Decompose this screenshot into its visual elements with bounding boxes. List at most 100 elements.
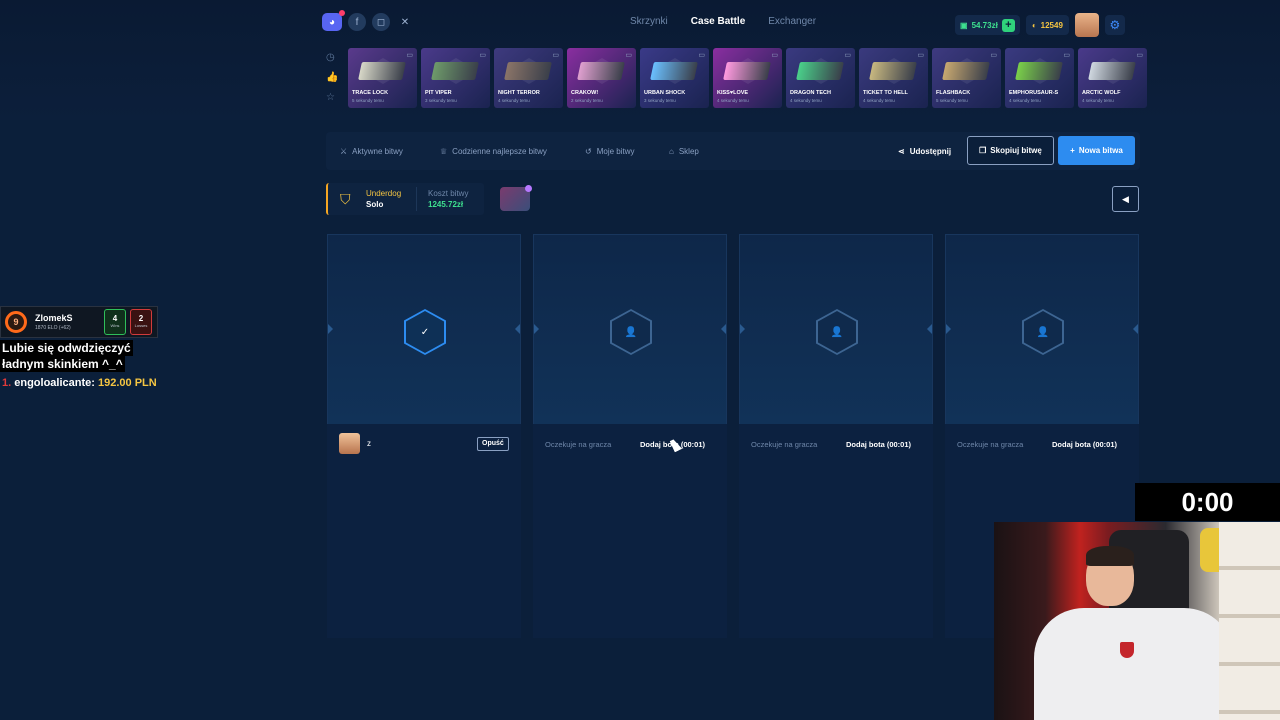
settings-gear-icon[interactable]: ⚙ [1104,15,1125,35]
arrow-right-icon [1133,324,1138,334]
slot-items-area [739,464,933,638]
clock-icon[interactable]: ◷ [326,52,338,63]
arrow-right-icon [927,324,932,334]
drop-card[interactable]: ▭ TICKET TO HELL 4 sekundy temu [859,48,928,108]
nav-exchanger[interactable]: Exchanger [768,16,816,27]
drop-card[interactable]: ▭ ARCTIC WOLF 4 sekundy temu [1078,48,1147,108]
add-bot-button[interactable]: Dodaj bota (00:01) [1052,440,1117,449]
ready-check-icon: ✓ [404,309,446,355]
stream-faceit-card: 9 ZlomekS 1870 ELO (+62) 4 Wins 2 Losses [0,306,158,338]
drop-time: 5 sekundy temu [352,98,384,103]
top-bar: ◕ f ◻ ✕ Skrzynki Case Battle Exchanger ▣… [0,0,1280,120]
shop-icon: ⌂ [669,146,674,156]
slot-stage: 👤 [739,234,933,424]
main-nav: Skrzynki Case Battle Exchanger [630,16,816,27]
star-icon[interactable]: ☆ [326,92,338,103]
user-avatar[interactable] [1074,13,1099,37]
drop-time: 3 sekundy temu [644,98,676,103]
thumbs-up-icon[interactable]: 👍 [326,72,338,83]
plus-icon: + [1070,146,1075,155]
wallet-icon: ▣ [960,20,968,30]
drop-name: EMPHORUSAUR-S [1009,90,1059,96]
weapon-skin-icon [650,62,698,80]
slot-footer: Oczekuje na gracza Dodaj bota (00:01) [533,424,727,464]
sound-toggle-button[interactable]: ◀ [1112,186,1139,212]
drop-card[interactable]: ▭ URBAN SHOCK 3 sekundy temu [640,48,709,108]
slot-footer: Oczekuje na gracza Dodaj bota (00:01) [739,424,933,464]
level-badge: 9 [5,311,27,333]
wins-count: 4 [112,314,118,323]
drop-card[interactable]: ▭ DRAGON TECH 4 sekundy temu [786,48,855,108]
drop-time: 5 sekundy temu [936,98,968,103]
drop-name: NIGHT TERROR [498,90,540,96]
drop-time: 4 sekundy temu [717,98,749,103]
arrow-left-icon [534,324,539,334]
top-donor: 1. engoloalicante: 192.00 PLN [2,377,157,389]
drop-type-icon: ▭ [552,52,559,59]
drop-type-icon: ▭ [1063,52,1070,59]
weapon-skin-icon [504,62,552,80]
drop-name: ARCTIC WOLF [1082,90,1121,96]
losses-label: Losses [134,323,148,328]
user-placeholder-icon: 👤 [816,309,858,355]
history-icon: ↺ [585,146,592,156]
donor-rank: 1. [2,377,12,389]
tab-codzienne-najlepsze-bitwy[interactable]: ♕ Codzienne najlepsze bitwy [440,132,547,170]
drop-type-icon: ▭ [479,52,486,59]
tab-aktywne-bitwy[interactable]: ⚔ Aktywne bitwy [340,132,403,170]
nav-skrzynki[interactable]: Skrzynki [630,16,668,27]
arrow-left-icon [946,324,951,334]
slot-items-area [533,464,727,638]
waiting-text: Oczekuje na gracza [957,440,1024,449]
coin-icon: ◐ [1031,20,1037,30]
tab-sklep[interactable]: ⌂ Sklep [669,132,699,170]
player-slot-2: 👤 Oczekuje na gracza Dodaj bota (00:01) [533,234,727,638]
new-battle-button[interactable]: + Nowa bitwa [1058,136,1135,165]
club-crest-icon [1120,642,1134,658]
drop-name: PIT VIPER [425,90,452,96]
add-bot-button[interactable]: Dodaj bota (00:01) [846,440,911,449]
share-button[interactable]: ⋖ Udostępnij [898,132,951,170]
x-icon[interactable]: ✕ [396,13,414,31]
drop-name: CRAKOW! [571,90,599,96]
arrow-left-icon [740,324,745,334]
drop-type-icon: ▭ [698,52,705,59]
drop-card[interactable]: ▭ CRAKOW! 2 sekundy temu [567,48,636,108]
leave-button[interactable]: Opuść [477,437,509,451]
drop-card[interactable]: ▭ PIT VIPER 3 sekundy temu [421,48,490,108]
weapon-skin-icon [358,62,406,80]
facebook-icon[interactable]: f [348,13,366,31]
arrow-right-icon [721,324,726,334]
weapon-skin-icon [431,62,479,80]
waiting-text: Oczekuje na gracza [751,440,818,449]
case-icon[interactable] [500,185,532,211]
balance-value: 54.73zł [971,20,998,30]
drop-card[interactable]: ▭ NIGHT TERROR 4 sekundy temu [494,48,563,108]
instagram-icon[interactable]: ◻ [372,13,390,31]
webcam-feed [994,522,1280,720]
drop-time: 4 sekundy temu [790,98,822,103]
drop-time: 4 sekundy temu [1009,98,1041,103]
battle-tabs-bar: ⚔ Aktywne bitwy ♕ Codzienne najlepsze bi… [326,132,1140,170]
tab-moje-bitwy[interactable]: ↺ Moje bitwy [585,132,635,170]
losses-box: 2 Losses [130,309,152,335]
drop-type-icon: ▭ [917,52,924,59]
battle-mode-panel: ⛉ Underdog Solo Koszt bitwy 1245.72zł [326,183,484,215]
drop-card[interactable]: ▭ EMPHORUSAUR-S 4 sekundy temu [1005,48,1074,108]
stream-message-line-1: Lubie się odwdzięczyć [0,340,133,356]
share-icon: ⋖ [898,146,905,156]
drop-card[interactable]: ▭ FLASHBACK 5 sekundy temu [932,48,1001,108]
nav-case-battle[interactable]: Case Battle [691,16,745,27]
drop-card[interactable]: ▭ TRACE LOCK 5 sekundy temu [348,48,417,108]
discord-icon[interactable]: ◕ [322,10,345,31]
weapon-skin-icon [1088,62,1136,80]
deposit-button[interactable]: + [1001,18,1015,32]
weapon-skin-icon [869,62,917,80]
social-links: ◕ f ◻ ✕ [322,10,414,31]
wallet: ▣ 54.73zł + ◐ 12549 ⚙ [955,13,1125,37]
copy-battle-button[interactable]: ❐ Skopiuj bitwę [967,136,1054,165]
drops-filter: ◷ 👍 ☆ [326,52,338,103]
player-slot-3: 👤 Oczekuje na gracza Dodaj bota (00:01) [739,234,933,638]
drop-card[interactable]: ▭ KISS♥LOVE 4 sekundy temu [713,48,782,108]
drop-name: URBAN SHOCK [644,90,686,96]
